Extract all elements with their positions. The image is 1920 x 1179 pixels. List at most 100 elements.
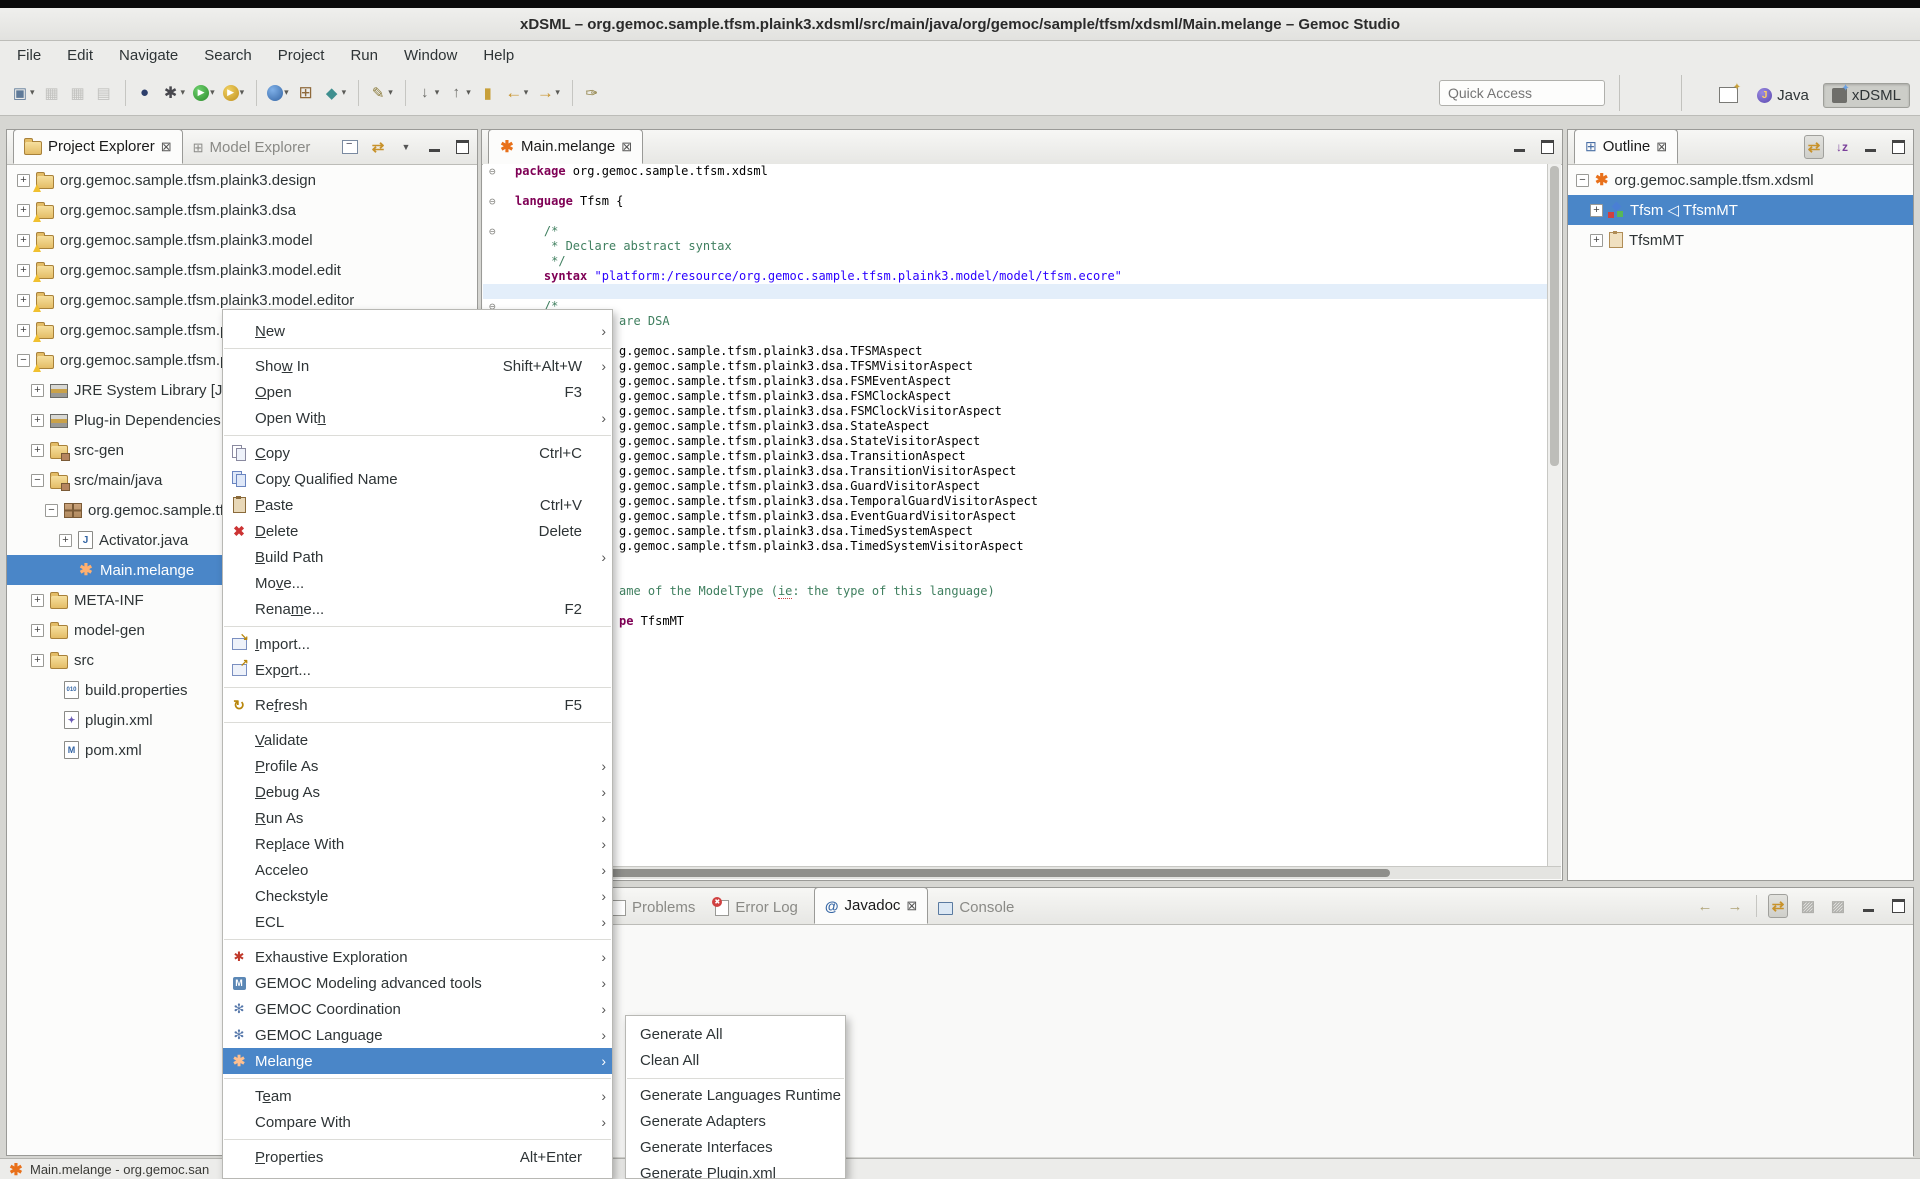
expander-icon[interactable] [1576,174,1589,187]
expander-icon[interactable] [1590,204,1603,217]
scrollbar-thumb[interactable] [1550,166,1559,466]
menuitem-gemoc-coordination[interactable]: ✻GEMOC Coordination› [223,996,612,1022]
tab-error-log[interactable]: Error Log [705,891,808,924]
tree-item-design[interactable]: org.gemoc.sample.tfsm.plaink3.design [7,165,477,195]
menuitem-profile-as[interactable]: Profile As› [223,753,612,779]
menu-navigate[interactable]: Navigate [106,41,191,70]
tree-item-model-edit[interactable]: org.gemoc.sample.tfsm.plaink3.model.edit [7,255,477,285]
expander-icon[interactable] [17,294,30,307]
search-button[interactable]: ✎▾ [366,78,396,108]
expander-icon[interactable] [31,474,44,487]
scrollbar-thumb[interactable] [485,869,1390,877]
maximize-button[interactable] [1889,138,1907,156]
menu-search[interactable]: Search [191,41,265,70]
tab-outline[interactable]: ⊞ Outline ⊠ [1574,129,1678,164]
menuitem-exhaustive-exploration[interactable]: ✱Exhaustive Exploration› [223,944,612,970]
menuitem-ecl[interactable]: ECL› [223,909,612,935]
menuitem-open[interactable]: OpenF3 [223,379,612,405]
maximize-button[interactable] [1889,897,1907,915]
tab-project-explorer[interactable]: Project Explorer ⊠ [13,129,183,164]
menuitem-refresh[interactable]: ↻RefreshF5 [223,692,612,718]
tab-model-explorer[interactable]: ⊞ Model Explorer [183,131,321,164]
expander-icon[interactable] [31,444,44,457]
collapse-all-button[interactable] [341,138,359,156]
tab-main-melange[interactable]: Main.melange ⊠ [488,129,643,164]
outline-item-language[interactable]: Tfsm ◁ TfsmMT [1568,195,1913,225]
tab-problems[interactable]: Problems [602,891,705,924]
fold-icon[interactable] [489,194,496,209]
submenuitem-clean-all[interactable]: Clean All [626,1048,845,1074]
menu-run[interactable]: Run [337,41,391,70]
new-wizard-button[interactable]: ▣▾ [8,78,38,108]
menuitem-copy-qualified-name[interactable]: Copy Qualified Name [223,466,612,492]
menuitem-copy[interactable]: CopyCtrl+C [223,440,612,466]
new-project-button[interactable]: ●▾ [264,78,292,108]
expander-icon[interactable] [1590,234,1603,247]
tab-javadoc[interactable]: @ Javadoc ⊠ [814,887,928,924]
menuitem-open-with[interactable]: Open With› [223,405,612,431]
print-button[interactable]: ▤ [92,78,116,108]
last-edit-location-button[interactable]: ▮ [476,78,500,108]
close-icon[interactable]: ⊠ [621,139,632,155]
close-icon[interactable]: ⊠ [906,898,917,914]
expander-icon[interactable] [17,324,30,337]
fold-icon[interactable] [489,164,496,179]
menuitem-properties[interactable]: PropertiesAlt+Enter [223,1144,612,1170]
prev-annotation-button[interactable]: ↑▾ [444,78,474,108]
minimize-button[interactable] [1861,138,1879,156]
fold-icon[interactable] [489,224,496,239]
minimize-button[interactable] [1510,138,1528,156]
menuitem-compare-with[interactable]: Compare With› [223,1109,612,1135]
back-button[interactable]: ←▾ [502,78,532,108]
menu-window[interactable]: Window [391,41,470,70]
submenuitem-generate-all[interactable]: Generate All [626,1022,845,1048]
expander-icon[interactable] [17,354,30,367]
tree-item-dsa[interactable]: org.gemoc.sample.tfsm.plaink3.dsa [7,195,477,225]
submenuitem-generate-plugin-xml[interactable]: Generate Plugin.xml [626,1161,845,1179]
menuitem-run-as[interactable]: Run As› [223,805,612,831]
forward-javadoc-button[interactable]: → [1726,897,1744,915]
menuitem-new[interactable]: New› [223,318,612,344]
menuitem-gemoc-language[interactable]: ✻GEMOC Language› [223,1022,612,1048]
menuitem-paste[interactable]: PasteCtrl+V [223,492,612,518]
save-all-button[interactable]: ▦ [66,78,90,108]
view-menu-button[interactable]: ▼ [397,138,415,156]
expander-icon[interactable] [17,204,30,217]
menuitem-gemoc-modeling-tools[interactable]: MGEMOC Modeling advanced tools› [223,970,612,996]
minimize-button[interactable] [1859,897,1877,915]
link-with-editor-button[interactable]: ⇄ [1769,897,1787,915]
open-input-button[interactable]: ▨ [1799,897,1817,915]
expander-icon[interactable] [31,654,44,667]
menu-project[interactable]: Project [265,41,338,70]
highlight-button[interactable]: ✑ [580,78,604,108]
menuitem-rename[interactable]: Rename...F2 [223,596,612,622]
repository-button[interactable]: ◆▾ [320,78,350,108]
expander-icon[interactable] [59,534,72,547]
close-icon[interactable]: ⊠ [1656,139,1667,155]
expander-icon[interactable] [17,264,30,277]
menuitem-show-in[interactable]: Show InShift+Alt+W› [223,353,612,379]
menuitem-checkstyle[interactable]: Checkstyle› [223,883,612,909]
expander-icon[interactable] [31,384,44,397]
save-button[interactable]: ▦ [40,78,64,108]
code-editor[interactable]: package org.gemoc.sample.tfsm.xdsml lang… [483,164,1561,866]
menuitem-team[interactable]: Team› [223,1083,612,1109]
back-javadoc-button[interactable]: ← [1696,897,1714,915]
link-with-editor-button[interactable]: ⇄ [369,138,387,156]
debug-button[interactable]: ✱▾ [159,78,189,108]
open-attached-doc-button[interactable]: ▨ [1829,897,1847,915]
maximize-button[interactable] [453,138,471,156]
expander-icon[interactable] [17,234,30,247]
title-bar[interactable]: xDSML – org.gemoc.sample.tfsm.plaink3.xd… [0,8,1920,41]
menu-file[interactable]: File [4,41,54,70]
outline-item-modeltype[interactable]: TfsmMT [1568,225,1913,255]
tree-item-model[interactable]: org.gemoc.sample.tfsm.plaink3.model [7,225,477,255]
submenuitem-generate-adapters[interactable]: Generate Adapters [626,1109,845,1135]
perspective-java-button[interactable]: J Java [1749,84,1817,107]
link-with-editor-button[interactable]: ⇄ [1805,138,1823,156]
forward-button[interactable]: →▾ [533,78,563,108]
menuitem-export[interactable]: Export... [223,657,612,683]
menuitem-delete[interactable]: ✖DeleteDelete [223,518,612,544]
close-icon[interactable]: ⊠ [161,139,172,155]
expander-icon[interactable] [17,174,30,187]
